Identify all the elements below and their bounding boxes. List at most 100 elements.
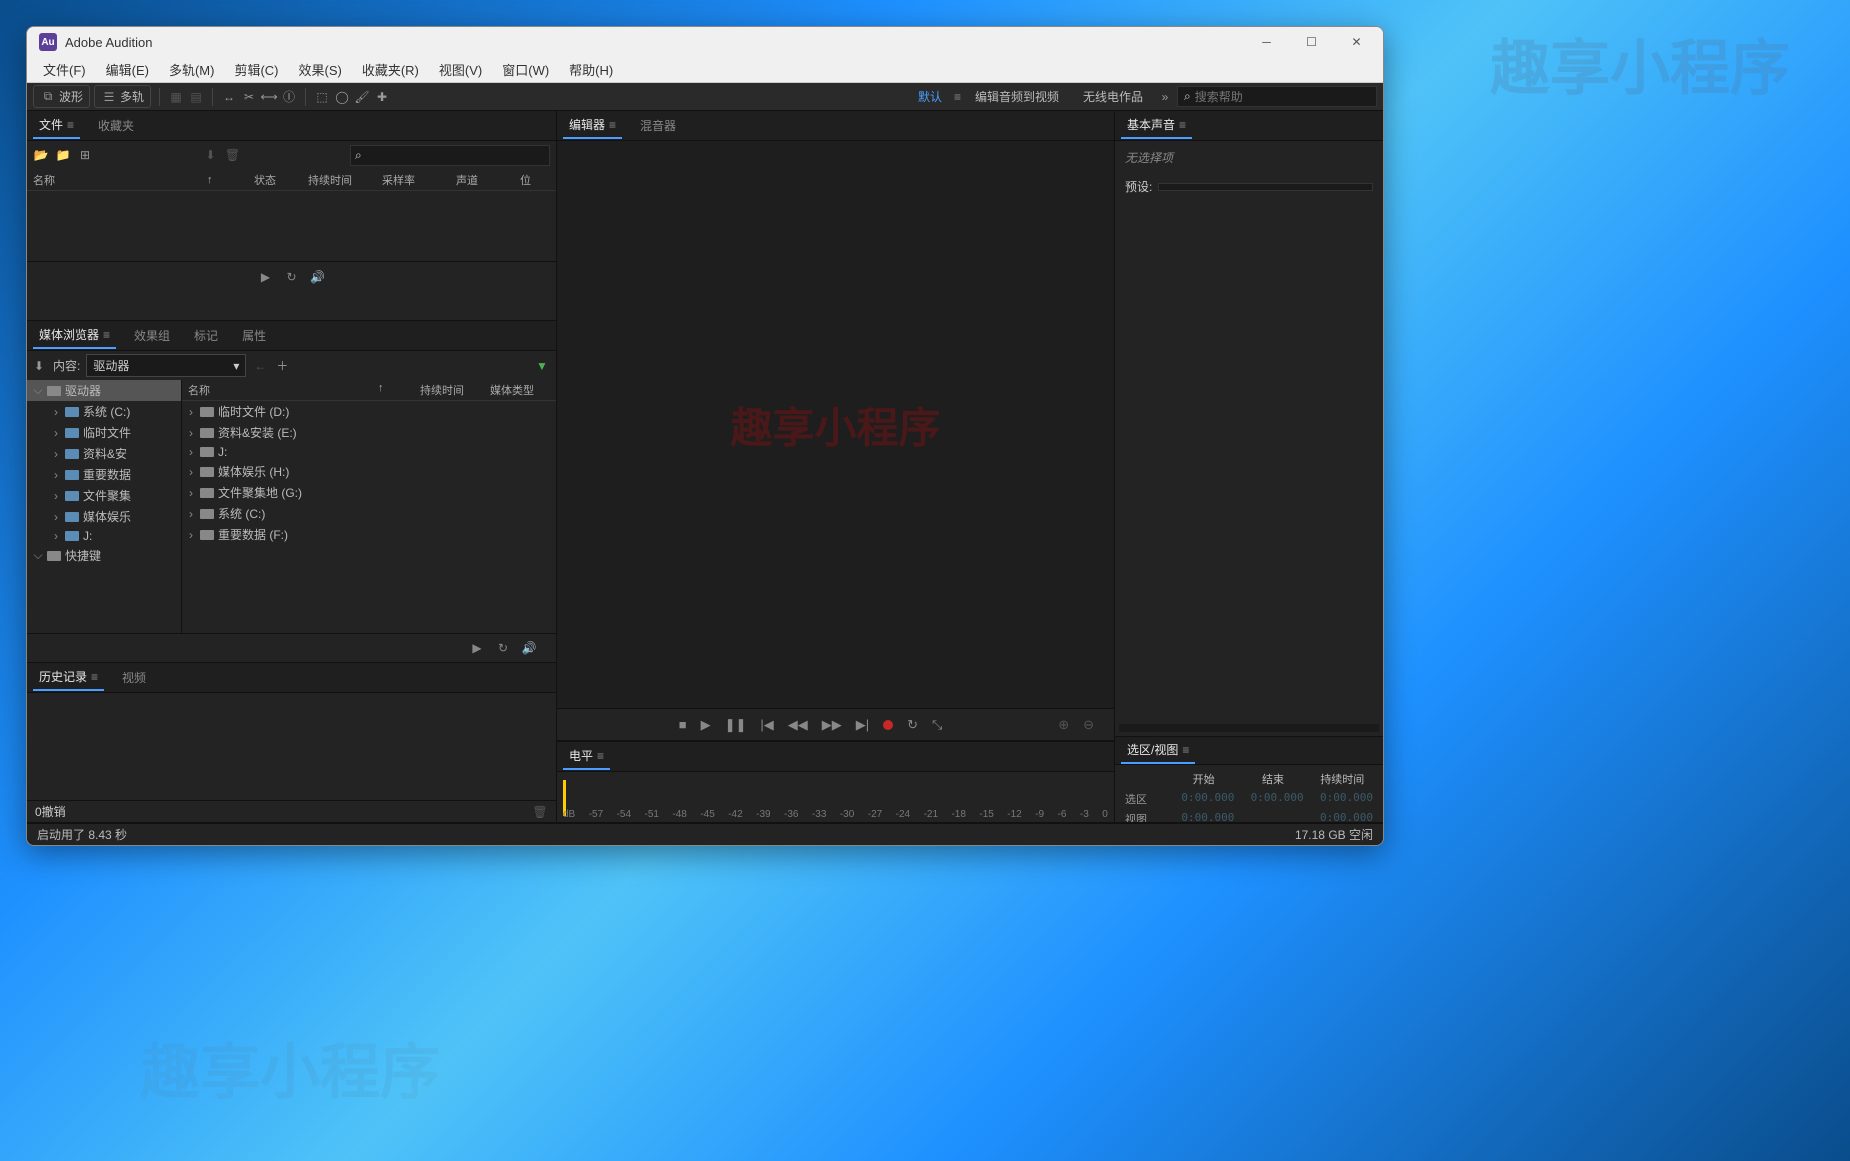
tab-selection-view[interactable]: 选区/视图≡: [1121, 737, 1195, 764]
slip-tool-icon[interactable]: ⟷: [261, 89, 277, 105]
selection-end[interactable]: 0:00.000: [1242, 791, 1303, 807]
selection-start[interactable]: 0:00.000: [1173, 791, 1234, 807]
tab-editor[interactable]: 编辑器≡: [563, 112, 622, 139]
workspace-edit-audio-video[interactable]: 编辑音频到视频: [965, 88, 1069, 105]
selection-duration[interactable]: 0:00.000: [1312, 791, 1373, 807]
zoom-in-icon[interactable]: ⊕: [1058, 717, 1069, 733]
list-item[interactable]: ›J:: [182, 443, 556, 461]
tab-essential-sound[interactable]: 基本声音≡: [1121, 112, 1192, 139]
levels-tab-menu-icon[interactable]: ≡: [597, 749, 604, 763]
go-to-start-icon[interactable]: |◀: [760, 717, 773, 733]
media-tab-menu-icon[interactable]: ≡: [103, 328, 110, 342]
move-tool-icon[interactable]: ↔: [221, 89, 237, 105]
loop-icon[interactable]: ↻: [285, 270, 299, 284]
list-item[interactable]: ›资料&安装 (E:): [182, 422, 556, 443]
autoplay-icon[interactable]: 🔊: [522, 641, 536, 655]
editor-tab-menu-icon[interactable]: ≡: [609, 118, 616, 132]
pause-icon[interactable]: ❚❚: [725, 717, 747, 733]
marquee-icon[interactable]: ⬚: [314, 89, 330, 105]
import-file-icon[interactable]: 📁: [55, 147, 71, 163]
tab-effects-rack[interactable]: 效果组: [128, 323, 176, 348]
delete-icon[interactable]: 🗑: [225, 147, 241, 163]
tab-mixer[interactable]: 混音器: [634, 113, 682, 138]
workspace-default-menu-icon[interactable]: ≡: [954, 90, 961, 104]
menu-help[interactable]: 帮助(H): [559, 58, 623, 81]
go-to-end-icon[interactable]: ▶|: [856, 717, 869, 733]
tree-item[interactable]: ›J:: [27, 527, 181, 545]
spectral-frequency-icon[interactable]: ▦: [168, 89, 184, 105]
preset-dropdown[interactable]: [1158, 183, 1373, 191]
workspace-overflow-icon[interactable]: »: [1157, 89, 1173, 105]
forward-icon[interactable]: ▶▶: [822, 717, 842, 733]
tab-history[interactable]: 历史记录≡: [33, 664, 104, 691]
skip-selection-icon[interactable]: ⤡: [932, 717, 942, 733]
record-icon[interactable]: [883, 720, 893, 730]
tree-item[interactable]: ⌵快捷键: [27, 545, 181, 566]
insert-into-multitrack-icon[interactable]: ⬇: [203, 147, 219, 163]
menu-view[interactable]: 视图(V): [429, 58, 492, 81]
tab-media-browser[interactable]: 媒体浏览器≡: [33, 322, 116, 349]
menu-effects[interactable]: 效果(S): [289, 58, 352, 81]
minimize-button[interactable]: ─: [1244, 27, 1289, 57]
time-selection-icon[interactable]: Ⓘ: [281, 89, 297, 105]
tab-markers[interactable]: 标记: [188, 323, 224, 348]
tab-favorites[interactable]: 收藏夹: [92, 113, 140, 138]
tree-item[interactable]: ⌵驱动器: [27, 380, 181, 401]
play-icon[interactable]: ▶: [259, 270, 273, 284]
menu-window[interactable]: 窗口(W): [492, 58, 559, 81]
levels-meter[interactable]: dB-57-54-51-48-45-42-39-36-33-30-27-24-2…: [557, 772, 1114, 822]
tree-item[interactable]: ›媒体娱乐: [27, 506, 181, 527]
files-column-headers[interactable]: 名称↑ 状态 持续时间 采样率 声道 位: [27, 169, 556, 191]
help-search-input[interactable]: [1195, 90, 1370, 104]
tree-item[interactable]: ›系统 (C:): [27, 401, 181, 422]
menu-edit[interactable]: 编辑(E): [96, 58, 159, 81]
maximize-button[interactable]: ☐: [1289, 27, 1334, 57]
tab-properties[interactable]: 属性: [236, 323, 272, 348]
workspace-radio[interactable]: 无线电作品: [1073, 88, 1153, 105]
menu-favorites[interactable]: 收藏夹(R): [352, 58, 429, 81]
essential-sound-menu-icon[interactable]: ≡: [1179, 118, 1186, 132]
tab-files[interactable]: 文件≡: [33, 112, 80, 139]
menu-clip[interactable]: 剪辑(C): [224, 58, 288, 81]
files-search[interactable]: ⌕: [350, 145, 550, 166]
zoom-out-icon[interactable]: ⊖: [1083, 717, 1094, 733]
loop-icon[interactable]: ↻: [907, 717, 918, 733]
open-file-icon[interactable]: 📂: [33, 147, 49, 163]
brush-icon[interactable]: 🖌: [354, 89, 370, 105]
loop-icon[interactable]: ↻: [496, 641, 510, 655]
files-tab-menu-icon[interactable]: ≡: [67, 118, 74, 132]
titlebar[interactable]: Au Adobe Audition ─ ☐ ✕: [27, 27, 1383, 57]
rewind-icon[interactable]: ◀◀: [788, 717, 808, 733]
media-tree[interactable]: ⌵驱动器›系统 (C:)›临时文件›资料&安›重要数据›文件聚集›媒体娱乐›J:…: [27, 380, 182, 633]
play-icon[interactable]: ▶: [470, 641, 484, 655]
menu-multitrack[interactable]: 多轨(M): [159, 58, 225, 81]
list-item[interactable]: ›媒体娱乐 (H:): [182, 461, 556, 482]
waveform-view-button[interactable]: ⧉ 波形: [33, 85, 90, 108]
media-list[interactable]: 名称↑ 持续时间 媒体类型 ›临时文件 (D:)›资料&安装 (E:)›J:›媒…: [182, 380, 556, 633]
back-icon[interactable]: ←: [252, 358, 268, 374]
view-end[interactable]: [1242, 811, 1303, 823]
view-duration[interactable]: 0:00.000: [1312, 811, 1373, 823]
play-icon[interactable]: ▶: [701, 717, 711, 733]
tree-item[interactable]: ›临时文件: [27, 422, 181, 443]
tree-item[interactable]: ›资料&安: [27, 443, 181, 464]
list-item[interactable]: ›临时文件 (D:): [182, 401, 556, 422]
multitrack-view-button[interactable]: ☰ 多轨: [94, 85, 151, 108]
filter-icon[interactable]: ▼: [534, 358, 550, 374]
new-file-icon[interactable]: ⊞: [77, 147, 93, 163]
razor-tool-icon[interactable]: ✂: [241, 89, 257, 105]
list-item[interactable]: ›重要数据 (F:): [182, 524, 556, 545]
delete-history-icon[interactable]: 🗑: [532, 804, 548, 820]
autoplay-icon[interactable]: 🔊: [311, 270, 325, 284]
tree-item[interactable]: ›文件聚集: [27, 485, 181, 506]
spectral-pitch-icon[interactable]: ▤: [188, 89, 204, 105]
menu-file[interactable]: 文件(F): [33, 58, 96, 81]
content-dropdown[interactable]: 驱动器▾: [86, 354, 246, 377]
add-shortcut-icon[interactable]: ＋: [274, 358, 290, 374]
history-tab-menu-icon[interactable]: ≡: [91, 670, 98, 684]
close-button[interactable]: ✕: [1334, 27, 1379, 57]
selview-menu-icon[interactable]: ≡: [1182, 743, 1189, 757]
tree-item[interactable]: ›重要数据: [27, 464, 181, 485]
editor-canvas[interactable]: 趣享小程序: [557, 141, 1114, 708]
stop-icon[interactable]: ■: [679, 717, 687, 732]
